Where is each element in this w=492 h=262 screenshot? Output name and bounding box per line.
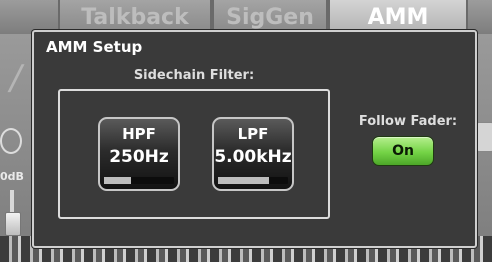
background-side-button [476,122,492,152]
lpf-button[interactable]: LPF 5.00kHz [212,117,294,191]
background-tab-bar: Talkback SigGen AMM [0,0,492,34]
dialog-title: AMM Setup [46,38,143,56]
lpf-level-fill [218,177,270,184]
background-glyph: ∕ [10,58,22,98]
hpf-button[interactable]: HPF 250Hz [98,117,180,191]
sidechain-filter-label: Sidechain Filter: [133,68,255,83]
fader-db-label: 0dB [0,170,24,183]
lpf-level-bar [218,177,288,184]
tab-amm[interactable]: AMM [328,0,468,32]
background-knob-icon [0,128,22,154]
tab-siggen[interactable]: SigGen [212,0,328,32]
hpf-level-fill [104,177,131,184]
lpf-label: LPF [237,125,269,143]
hpf-value: 250Hz [109,147,169,167]
sidechain-filter-group: HPF 250Hz LPF 5.00kHz [58,89,330,219]
hpf-level-bar [104,177,174,184]
lpf-value: 5.00kHz [214,147,292,167]
follow-fader-on-button[interactable]: On [372,136,434,166]
follow-fader-label: Follow Fader: [358,114,458,129]
amm-setup-dialog: AMM Setup Sidechain Filter: HPF 250Hz LP… [32,30,477,248]
hpf-label: HPF [122,125,156,143]
tab-talkback[interactable]: Talkback [58,0,212,32]
fader-knob [5,212,21,236]
